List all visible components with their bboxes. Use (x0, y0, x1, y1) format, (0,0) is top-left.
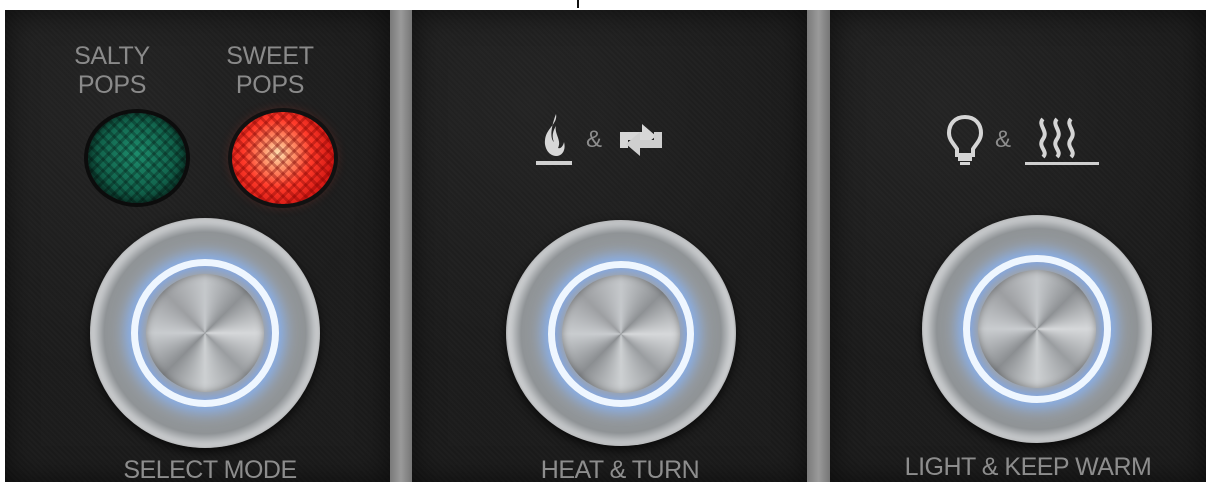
light-keep-warm-ampersand: & (995, 126, 1012, 153)
heat-turn-icons: & (532, 110, 670, 170)
salty-pops-label-line1: SALTY (74, 42, 150, 70)
salty-pops-indicator-lamp (88, 113, 186, 203)
select-mode-label: SELECT MODE (123, 456, 297, 482)
panel-divider (390, 10, 412, 482)
sweet-pops-indicator-lamp (232, 112, 334, 204)
light-keep-warm-label: LIGHT & KEEP WARM (904, 453, 1152, 481)
light-keep-warm-button-cap[interactable] (978, 270, 1096, 388)
light-keep-warm-icons: & (945, 110, 1101, 170)
rotate-arrows-icon (612, 118, 670, 162)
text-cursor (577, 0, 579, 8)
light-bulb-icon (945, 113, 985, 167)
heat-waves-icon (1021, 113, 1101, 167)
salty-pops-label-line2: POPS (77, 71, 147, 99)
heat-turn-ampersand: & (586, 126, 603, 153)
sweet-pops-label: SWEET POPS (210, 42, 330, 100)
control-panel: SALTY POPS SWEET POPS SELECT MODE & HEAT (0, 0, 1206, 482)
sweet-pops-label-line1: SWEET (226, 42, 314, 70)
panel-divider (807, 10, 830, 482)
flame-icon (532, 112, 576, 168)
heat-turn-label: HEAT & TURN (540, 456, 700, 482)
heat-turn-button-cap[interactable] (562, 275, 680, 393)
select-mode-button-cap[interactable] (146, 274, 264, 392)
salty-pops-label: SALTY POPS (62, 42, 162, 100)
sweet-pops-label-line2: POPS (235, 71, 305, 99)
